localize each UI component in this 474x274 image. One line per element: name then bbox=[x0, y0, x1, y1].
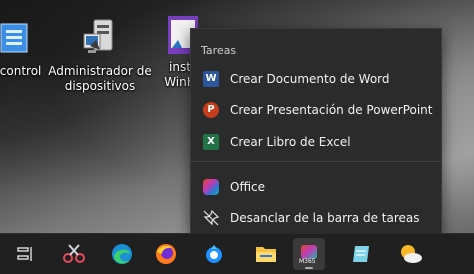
device-manager-label-line2: dispositivos bbox=[64, 79, 136, 93]
weather-button[interactable] bbox=[395, 238, 427, 270]
desktop-icon-device-manager[interactable]: Administrador de dispositivos bbox=[48, 18, 152, 94]
jump-list-divider bbox=[191, 161, 441, 162]
device-manager-label-line1: Administrador de bbox=[48, 64, 152, 78]
powerpoint-icon: P bbox=[203, 102, 219, 118]
desktop-icon-control-panel[interactable]: e control bbox=[0, 18, 50, 79]
edge-button[interactable] bbox=[106, 238, 138, 270]
firefox-button[interactable] bbox=[150, 238, 182, 270]
task-view-icon bbox=[17, 247, 32, 261]
jump-list-item-unpin[interactable]: Desanclar de la barra de tareas bbox=[191, 203, 441, 233]
jump-list-header: Tareas bbox=[201, 44, 237, 57]
excel-icon: X bbox=[203, 134, 219, 150]
office-icon bbox=[203, 179, 219, 195]
taskbar: M365 bbox=[0, 233, 474, 274]
task-view-button[interactable] bbox=[9, 238, 41, 270]
jump-list-item-create-word[interactable]: W Crear Documento de Word bbox=[191, 64, 441, 94]
helper-app-icon bbox=[206, 245, 222, 263]
notepad-button[interactable] bbox=[345, 238, 377, 270]
snipping-tool-icon bbox=[63, 244, 85, 263]
m365-badge: M365 bbox=[299, 258, 316, 265]
device-manager-icon bbox=[82, 18, 118, 58]
file-explorer-icon bbox=[256, 247, 276, 262]
jump-list-item-office[interactable]: Office bbox=[191, 172, 441, 202]
word-icon: W bbox=[203, 71, 219, 87]
jump-list-item-create-excel[interactable]: X Crear Libro de Excel bbox=[191, 127, 441, 157]
snipping-tool-button[interactable] bbox=[58, 238, 90, 270]
active-indicator bbox=[305, 267, 313, 269]
weather-icon bbox=[401, 245, 422, 263]
file-explorer-button[interactable] bbox=[250, 238, 282, 270]
control-panel-icon bbox=[0, 18, 33, 58]
unpin-icon bbox=[203, 209, 220, 226]
firefox-icon bbox=[156, 244, 176, 264]
jump-list-item-label: Office bbox=[230, 180, 266, 194]
jump-list-item-create-powerpoint[interactable]: P Crear Presentación de PowerPoint bbox=[191, 95, 441, 125]
jump-list-item-label: Crear Presentación de PowerPoint bbox=[230, 103, 433, 117]
jump-list-item-label: Crear Libro de Excel bbox=[230, 135, 351, 149]
edge-icon bbox=[112, 244, 132, 264]
control-panel-label: e control bbox=[0, 64, 42, 78]
jump-list-item-label: Desanclar de la barra de tareas bbox=[230, 211, 420, 225]
microsoft-365-button[interactable]: M365 bbox=[293, 238, 325, 270]
jump-list-item-label: Crear Documento de Word bbox=[230, 72, 390, 86]
notepad-icon bbox=[353, 246, 369, 262]
helper-app-button[interactable] bbox=[198, 238, 230, 270]
taskbar-jump-list: Tareas W Crear Documento de Word P Crear… bbox=[190, 28, 442, 235]
